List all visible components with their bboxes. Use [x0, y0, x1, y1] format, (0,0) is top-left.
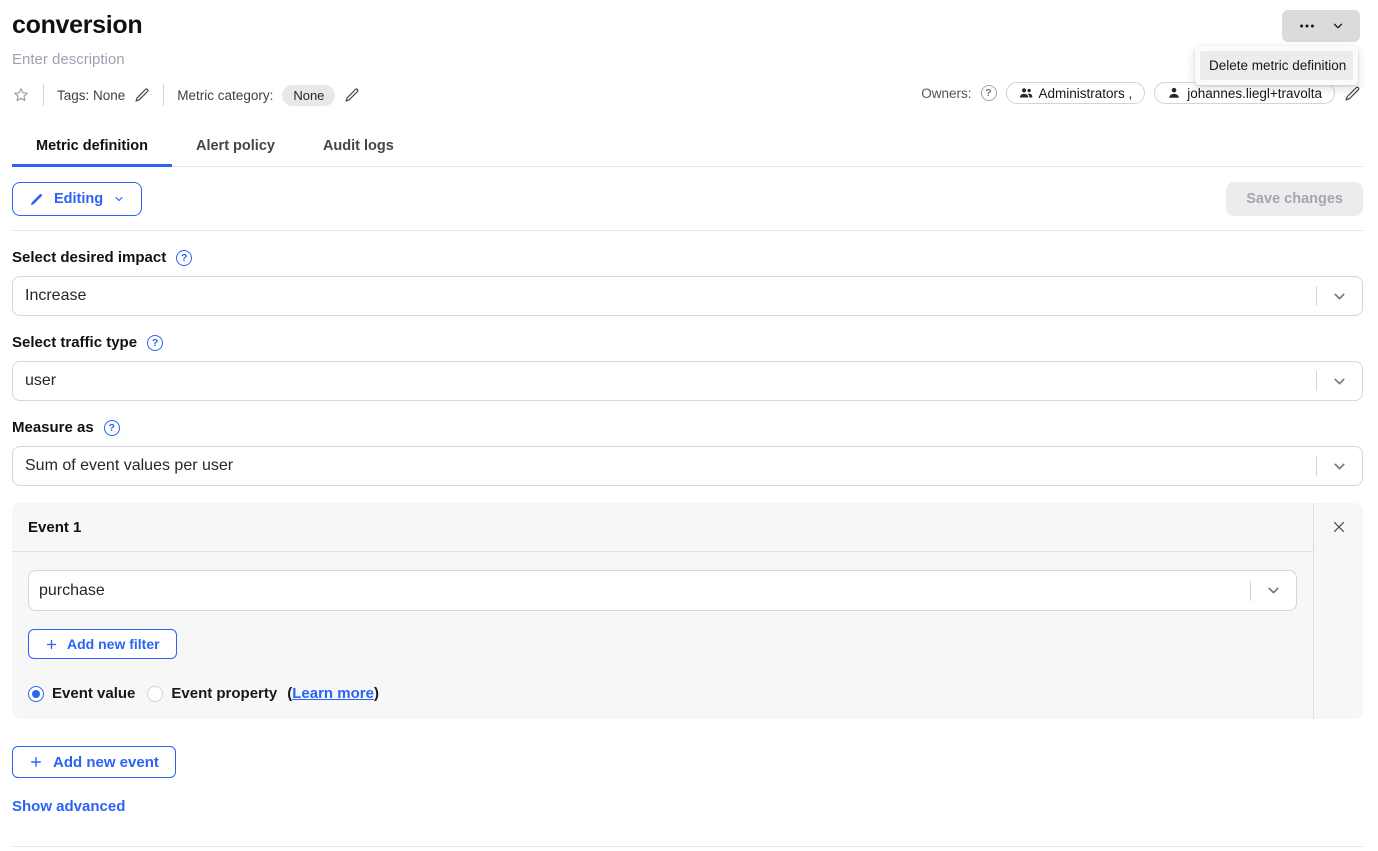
- learn-more-link[interactable]: Learn more: [292, 685, 374, 702]
- metric-category-meta: Metric category: None: [177, 85, 360, 106]
- select-value: Sum of event values per user: [25, 457, 233, 475]
- measure-as-select[interactable]: Sum of event values per user: [12, 446, 1363, 486]
- tags-meta: Tags: None: [57, 87, 150, 103]
- edit-owners-pencil-icon[interactable]: [1344, 85, 1361, 102]
- owner-pill-user: johannes.liegl+travolta: [1154, 82, 1335, 104]
- event-name-select[interactable]: purchase: [28, 570, 1297, 611]
- editing-label: Editing: [54, 191, 103, 207]
- add-new-event-button[interactable]: Add new event: [12, 746, 176, 778]
- metric-category-value-badge: None: [282, 85, 335, 106]
- paren-close: ): [374, 685, 379, 702]
- plus-icon: [29, 755, 43, 769]
- star-icon[interactable]: [12, 86, 30, 104]
- chevron-down-icon[interactable]: [1317, 458, 1362, 475]
- chevron-down-icon[interactable]: [1251, 582, 1296, 599]
- editing-mode-button[interactable]: Editing: [12, 182, 142, 216]
- page-title[interactable]: conversion: [12, 0, 1363, 40]
- tags-label: Tags: None: [57, 88, 125, 103]
- desired-impact-select[interactable]: Increase: [12, 276, 1363, 316]
- divider: [12, 846, 1363, 847]
- divider-vertical: [43, 84, 44, 106]
- field-label-row: Measure as ?: [12, 419, 1363, 436]
- owners-row: Owners: ? Administrators , johannes.lieg…: [921, 82, 1361, 104]
- ellipsis-icon[interactable]: [1298, 17, 1316, 35]
- owner-pill-group: Administrators ,: [1006, 82, 1146, 104]
- radio-label: Event value: [52, 685, 135, 702]
- help-icon[interactable]: ?: [176, 250, 192, 266]
- tab-bar: Metric definition Alert policy Audit log…: [12, 136, 1363, 167]
- tab-audit-logs[interactable]: Audit logs: [299, 136, 418, 166]
- radio-unselected-icon[interactable]: [147, 686, 163, 702]
- select-controls: [1316, 277, 1362, 315]
- event-card-title: Event 1: [12, 503, 1313, 552]
- field-label: Measure as: [12, 419, 94, 436]
- add-event-row: Add new event: [12, 719, 1363, 778]
- field-label: Select traffic type: [12, 334, 137, 351]
- select-value: user: [25, 372, 56, 390]
- add-filter-label: Add new filter: [67, 636, 160, 652]
- select-controls: [1316, 362, 1362, 400]
- field-label-row: Select traffic type ?: [12, 334, 1363, 351]
- radio-label: Event property: [171, 685, 277, 702]
- metric-category-label: Metric category:: [177, 88, 273, 103]
- help-icon[interactable]: ?: [104, 420, 120, 436]
- pencil-icon: [29, 192, 44, 207]
- owners-help-icon[interactable]: ?: [981, 85, 997, 101]
- event-card-body: purchase Add new filter: [12, 552, 1313, 718]
- select-value: Increase: [25, 287, 86, 305]
- select-controls: [1316, 447, 1362, 485]
- show-advanced-link[interactable]: Show advanced: [12, 798, 125, 815]
- help-icon[interactable]: ?: [147, 335, 163, 351]
- measure-by-radio-group: Event value Event property (Learn more): [28, 685, 1297, 702]
- page: conversion Enter description Tags: None …: [0, 0, 1378, 847]
- group-icon: [1019, 86, 1033, 100]
- save-changes-button[interactable]: Save changes: [1226, 182, 1363, 216]
- select-controls: [1250, 571, 1296, 610]
- divider: [12, 230, 1363, 231]
- person-icon: [1167, 86, 1181, 100]
- divider-vertical: [163, 84, 164, 106]
- owners-label: Owners:: [921, 86, 971, 101]
- traffic-type-select[interactable]: user: [12, 361, 1363, 401]
- select-value: purchase: [39, 582, 105, 600]
- field-label-row: Select desired impact ?: [12, 249, 1363, 266]
- owner-pill-label: johannes.liegl+travolta: [1187, 86, 1322, 101]
- menu-item-delete-metric[interactable]: Delete metric definition: [1200, 51, 1353, 80]
- chevron-down-icon: [113, 193, 125, 205]
- field-measure-as: Measure as ? Sum of event values per use…: [12, 419, 1363, 486]
- radio-selected-icon[interactable]: [28, 686, 44, 702]
- add-event-label: Add new event: [53, 754, 159, 771]
- field-traffic-type: Select traffic type ? user: [12, 334, 1363, 401]
- overflow-actions-button[interactable]: [1282, 10, 1360, 42]
- learn-more: (Learn more): [287, 685, 379, 702]
- owner-pill-label: Administrators ,: [1039, 86, 1133, 101]
- field-desired-impact: Select desired impact ? Increase: [12, 249, 1363, 316]
- radio-event-value[interactable]: Event value: [28, 685, 135, 702]
- chevron-down-icon[interactable]: [1317, 288, 1362, 305]
- toolbar: Editing Save changes: [12, 182, 1363, 216]
- tab-alert-policy[interactable]: Alert policy: [172, 136, 299, 166]
- add-new-filter-button[interactable]: Add new filter: [28, 629, 177, 659]
- event-card: Event 1 purchase Add new filter: [12, 503, 1363, 719]
- tab-metric-definition[interactable]: Metric definition: [12, 136, 172, 166]
- edit-category-pencil-icon[interactable]: [344, 87, 360, 103]
- plus-icon: [45, 638, 58, 651]
- chevron-down-icon[interactable]: [1331, 19, 1345, 33]
- edit-tags-pencil-icon[interactable]: [134, 87, 150, 103]
- event-card-close-column: [1314, 503, 1363, 719]
- close-icon[interactable]: [1331, 519, 1347, 535]
- chevron-down-icon[interactable]: [1317, 373, 1362, 390]
- overflow-menu: Delete metric definition: [1195, 46, 1358, 85]
- description-placeholder[interactable]: Enter description: [12, 51, 1363, 68]
- event-card-main: Event 1 purchase Add new filter: [12, 503, 1314, 719]
- radio-event-property[interactable]: Event property: [147, 685, 277, 702]
- field-label: Select desired impact: [12, 249, 166, 266]
